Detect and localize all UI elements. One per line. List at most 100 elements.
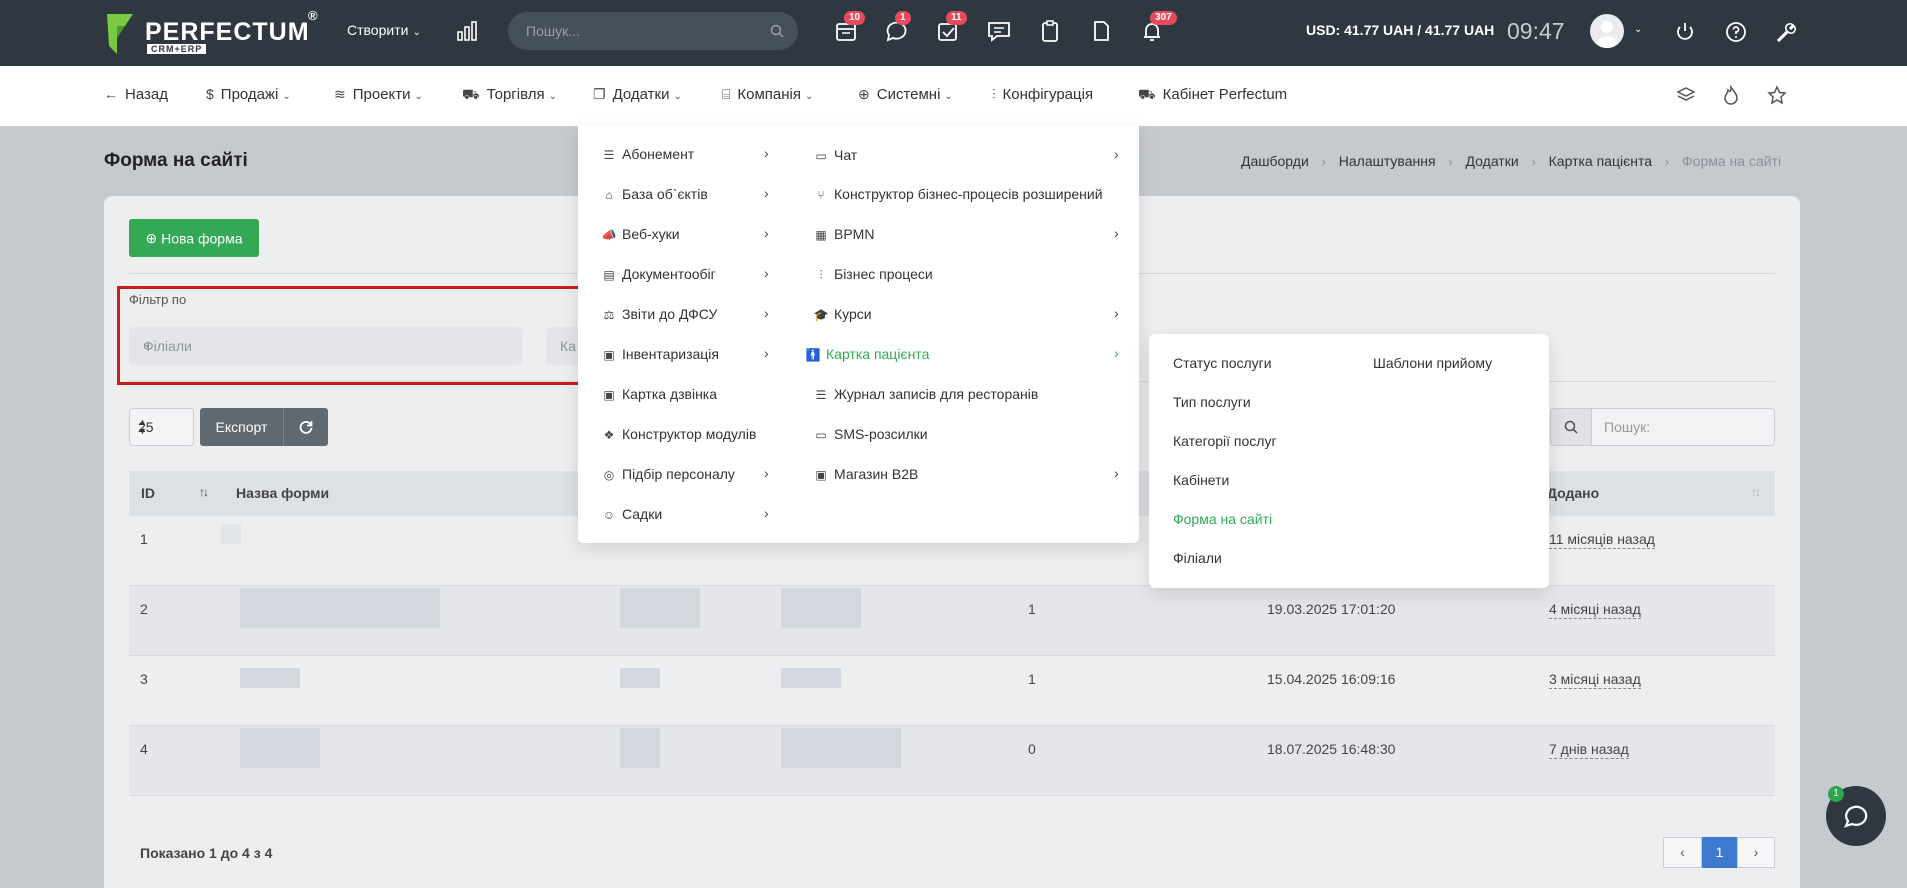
- breadcrumb-item[interactable]: Дашборди: [1241, 153, 1309, 169]
- nav-sales[interactable]: $ Продажі ⌄: [206, 86, 291, 103]
- sort-icon[interactable]: ↑↓: [1751, 485, 1761, 499]
- row-added: 3 місяці назад: [1549, 671, 1641, 689]
- menu-item-bpmn[interactable]: ▦ BPMN: [812, 226, 874, 242]
- table-row[interactable]: 2 1 19.03.2025 17:01:20 4 місяці назад: [129, 586, 1775, 656]
- nav-company[interactable]: ⌸ Компанія ⌄: [722, 86, 813, 103]
- chevron-down-icon[interactable]: ⌄: [1634, 24, 1642, 35]
- submenu-item-service-type[interactable]: Тип послуги: [1173, 394, 1251, 410]
- fire-icon[interactable]: [1720, 84, 1742, 106]
- menu-item-patient-card[interactable]: 🚹 Картка пацієнта: [804, 346, 930, 362]
- menu-item-sms[interactable]: ▭ SMS-розсилки: [812, 426, 927, 442]
- refresh-button[interactable]: [283, 408, 328, 446]
- logo[interactable]: PERFECTUM ® CRM+ERP: [105, 8, 325, 56]
- avatar[interactable]: [1590, 14, 1624, 48]
- column-id[interactable]: ID: [141, 485, 155, 501]
- megaphone-icon: 📣: [601, 228, 617, 242]
- nav-system[interactable]: ⊕ Системні ⌄: [858, 86, 953, 103]
- list-icon: ☰: [603, 148, 615, 162]
- menu-item-webhooks[interactable]: 📣 Веб-хуки: [600, 226, 680, 242]
- table-row[interactable]: 3 1 15.04.2025 16:09:16 3 місяці назад: [129, 656, 1775, 726]
- menu-item-restaurant-log[interactable]: ☰ Журнал записів для ресторанів: [812, 386, 1039, 402]
- pager-next[interactable]: ›: [1737, 837, 1775, 868]
- submenu-item-branches[interactable]: Філіали: [1173, 550, 1222, 566]
- menu-item-docs[interactable]: ▤ Документообіг: [600, 266, 715, 282]
- menu-item-label: Чат: [834, 147, 858, 163]
- file-button[interactable]: [1087, 17, 1115, 45]
- notifications-button[interactable]: 307: [1138, 11, 1177, 45]
- menu-item-label: Інвентаризація: [622, 346, 719, 362]
- breadcrumb-item[interactable]: Налаштування: [1339, 153, 1436, 169]
- chevron-down-icon: ⌄: [412, 27, 421, 38]
- table-search-input[interactable]: [1604, 419, 1764, 435]
- tasks-button[interactable]: 11: [934, 11, 967, 45]
- wrench-icon[interactable]: [1774, 20, 1798, 44]
- menu-item-b2b-shop[interactable]: ▣ Магазин B2B: [812, 466, 918, 482]
- global-search-input[interactable]: [526, 21, 756, 41]
- nav-trade[interactable]: ⛟ Торгівля ⌄: [462, 86, 557, 105]
- pager-page[interactable]: 1: [1702, 837, 1737, 868]
- new-form-button[interactable]: ⊕ Нова форма: [129, 219, 259, 257]
- export-button[interactable]: Експорт: [200, 408, 283, 446]
- column-added[interactable]: Додано: [1547, 485, 1599, 501]
- nav-back[interactable]: ← Назад: [104, 86, 168, 103]
- submenu-item-service-categories[interactable]: Категорії послуг: [1173, 433, 1277, 449]
- menu-item-recruiting[interactable]: ◎ Підбір персоналу: [600, 466, 735, 482]
- menu-item-business-processes[interactable]: ⫶ Бізнес процеси: [812, 266, 932, 283]
- support-chat-badge: 1: [1828, 786, 1844, 802]
- menu-item-tax-reports[interactable]: ⚖ Звіти до ДФСУ: [600, 306, 718, 322]
- help-icon[interactable]: [1724, 20, 1748, 44]
- calendar-button[interactable]: 10: [832, 11, 866, 45]
- clipboard-button[interactable]: [1036, 17, 1064, 45]
- column-name[interactable]: Назва форми: [236, 485, 329, 501]
- power-icon[interactable]: [1673, 20, 1697, 44]
- menu-item-module-builder[interactable]: ❖ Конструктор модулів: [600, 426, 757, 442]
- file-icon: [1094, 21, 1109, 41]
- logo-registered: ®: [308, 8, 318, 23]
- sort-icon[interactable]: ↑↓: [199, 485, 209, 499]
- copy-icon: ❐: [593, 86, 606, 102]
- breadcrumb-item[interactable]: Додатки: [1466, 153, 1519, 169]
- submenu-item-service-status[interactable]: Статус послуги: [1173, 355, 1272, 371]
- chevron-right-icon: ›: [764, 265, 769, 281]
- menu-item-kindergartens[interactable]: ☺ Садки: [600, 506, 662, 522]
- nav-cabinet[interactable]: ⛟ Кабінет Perfectum: [1138, 86, 1287, 105]
- table-row[interactable]: 4 0 18.07.2025 16:48:30 7 днів назад: [129, 726, 1775, 796]
- layers-icon[interactable]: [1675, 84, 1697, 106]
- nav-addons[interactable]: ❐ Додатки ⌄: [593, 86, 682, 103]
- chevron-right-icon: ›: [1665, 155, 1670, 169]
- row-date: 18.07.2025 16:48:30: [1267, 741, 1396, 757]
- messages-button[interactable]: 1: [883, 11, 911, 45]
- menu-item-objects[interactable]: ⌂ База об`єктів: [600, 186, 707, 202]
- search-icon[interactable]: [770, 24, 784, 38]
- menu-item-courses[interactable]: 🎓 Курси: [812, 306, 872, 322]
- bar-chart-icon[interactable]: [456, 20, 478, 42]
- chevron-down-icon: ⌄: [673, 91, 682, 102]
- nav-projects[interactable]: ≋ Проекти ⌄: [334, 86, 423, 103]
- table-search-icon-box[interactable]: [1550, 408, 1592, 446]
- breadcrumb-item[interactable]: Картка пацієнта: [1549, 153, 1652, 169]
- table-search[interactable]: [1592, 408, 1775, 446]
- pager-prev[interactable]: ‹: [1663, 837, 1702, 868]
- chevron-down-icon: ⌄: [548, 91, 557, 102]
- submenu-item-site-form[interactable]: Форма на сайті: [1173, 511, 1272, 527]
- menu-item-chat[interactable]: ▭ Чат: [812, 147, 857, 163]
- page-size-select[interactable]: 25 ▲ ▼: [129, 408, 194, 446]
- target-icon: ◎: [603, 468, 615, 482]
- menu-item-subscription[interactable]: ☰ Абонемент: [600, 146, 695, 162]
- menu-item-inventory[interactable]: ▣ Інвентаризація: [600, 346, 719, 362]
- calendar-badge: 10: [844, 11, 866, 25]
- submenu-item-cabinets[interactable]: Кабінети: [1173, 472, 1229, 488]
- sliders-icon: ⫶: [992, 86, 996, 102]
- blurred-content: [620, 728, 660, 768]
- submenu-item-templates[interactable]: Шаблони прийому: [1373, 355, 1492, 371]
- menu-item-bp-builder[interactable]: ⑂ Конструктор бізнес-процесів розширений: [812, 186, 1102, 202]
- global-search[interactable]: [508, 12, 798, 50]
- nav-config[interactable]: ⫶ Конфігурація: [992, 86, 1093, 103]
- blurred-content: [240, 668, 300, 688]
- chevron-down-icon: ⌄: [944, 91, 953, 102]
- star-icon[interactable]: [1766, 84, 1788, 106]
- menu-item-call-card[interactable]: ▣ Картка дзвінка: [600, 386, 717, 402]
- chevron-left-icon: ‹: [1680, 844, 1685, 860]
- comments-button[interactable]: [985, 17, 1013, 45]
- create-button[interactable]: Створити ⌄: [347, 22, 421, 38]
